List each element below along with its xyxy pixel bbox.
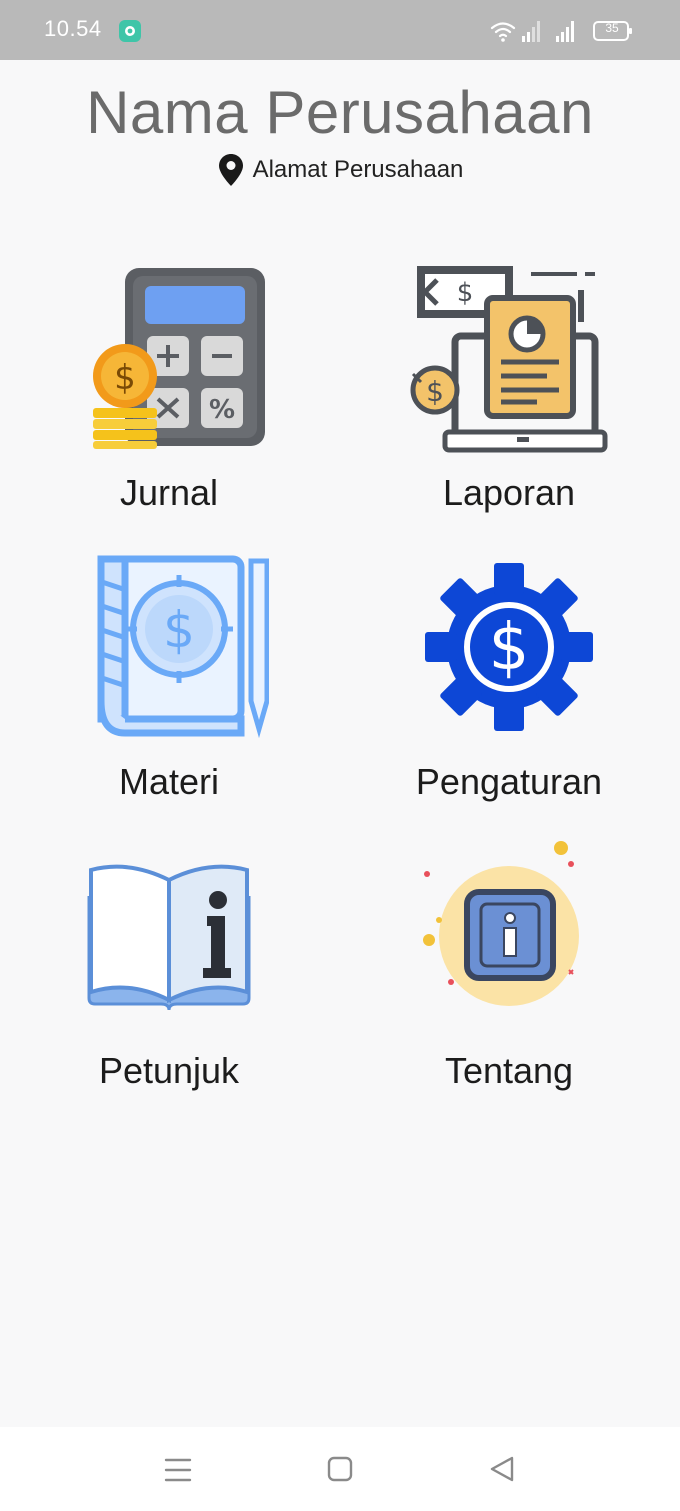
calculator-coins-icon: % $ [93, 268, 265, 449]
menu-label-materi: Materi [118, 761, 220, 802]
svg-text:$: $ [457, 278, 474, 308]
menu-item-jurnal[interactable]: % $ Jurnal [19, 262, 319, 532]
menu-item-pengaturan[interactable]: $ Pengaturan [359, 551, 659, 821]
menu-item-laporan[interactable]: $ $ Laporan [359, 262, 659, 532]
status-time: 10.54 [44, 16, 102, 41]
menu-label-petunjuk: Petunjuk [98, 1050, 240, 1091]
svg-text:%: % [209, 395, 235, 425]
battery-level: 35 [605, 21, 619, 35]
info-book-icon [87, 864, 251, 1011]
app-notification-icon [119, 20, 141, 42]
menu-item-materi[interactable]: $ Materi [19, 551, 319, 821]
menu-item-tentang[interactable]: Tentang [359, 840, 659, 1110]
svg-text:$: $ [163, 601, 195, 659]
signal-icon [522, 21, 540, 42]
report-laptop-icon: $ $ [410, 266, 608, 453]
company-address-text: Alamat Perusahaan [252, 156, 464, 183]
menu-label-tentang: Tentang [444, 1050, 574, 1091]
back-icon[interactable] [482, 1453, 522, 1487]
status-bar: 10.54 35 [0, 0, 680, 60]
svg-text:$: $ [426, 375, 444, 408]
system-navigation-bar [0, 1427, 680, 1511]
dollar-gear-icon: $ [425, 563, 593, 731]
menu-label-jurnal: Jurnal [119, 472, 219, 513]
wifi-icon [490, 22, 516, 38]
svg-text:$: $ [114, 358, 136, 398]
status-indicators: 35 [490, 18, 640, 44]
menu-label-pengaturan: Pengaturan [415, 761, 603, 802]
company-address: Alamat Perusahaan [0, 154, 680, 186]
home-icon[interactable] [320, 1453, 360, 1487]
menu-label-laporan: Laporan [442, 472, 576, 513]
company-name: Nama Perusahaan [86, 79, 594, 146]
info-badge-icon [423, 841, 579, 1006]
recent-apps-icon[interactable] [158, 1453, 198, 1487]
svg-text:$: $ [489, 611, 530, 685]
location-pin-icon [218, 154, 243, 186]
money-book-icon: $ [97, 555, 269, 739]
menu-item-petunjuk[interactable]: Petunjuk [19, 840, 319, 1110]
signal-2-icon [556, 21, 574, 42]
